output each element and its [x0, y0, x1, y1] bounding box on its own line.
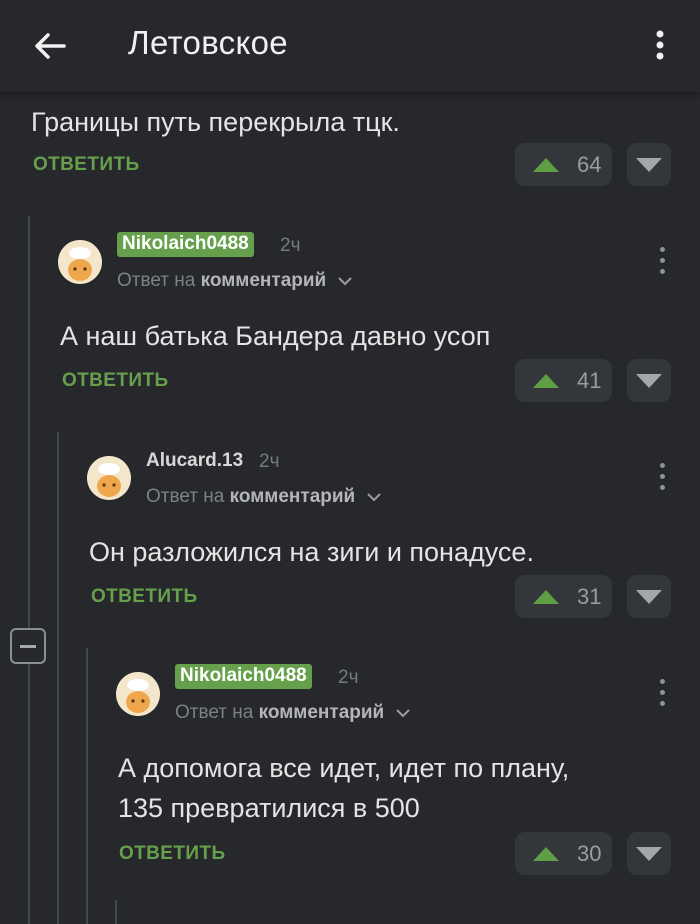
reply-to-prefix: Ответ на	[117, 270, 196, 291]
page-title: Летовское	[128, 24, 288, 61]
reply-to-target: комментарий	[258, 702, 385, 723]
comment-text: Границы путь перекрыла тцк.	[31, 107, 400, 137]
vote-count: 64	[577, 151, 602, 177]
upvote-button[interactable]: 64	[515, 143, 612, 186]
thread-line-level-1[interactable]	[28, 216, 30, 924]
chevron-down-icon	[337, 277, 352, 286]
upvote-arrow-icon	[533, 373, 559, 388]
app-bar: Летовское	[0, 0, 700, 92]
comment-time: 2ч	[259, 451, 280, 472]
username[interactable]: Alucard.13	[146, 450, 243, 472]
chef-avatar-icon	[87, 456, 131, 500]
downvote-arrow-icon	[636, 590, 662, 604]
downvote-arrow-icon	[636, 374, 662, 388]
chevron-down-icon	[395, 709, 410, 718]
reply-button[interactable]: ОТВЕТИТЬ	[62, 370, 169, 392]
back-arrow-icon[interactable]	[30, 26, 70, 66]
reply-to-prefix: Ответ на	[175, 702, 254, 723]
vote-count: 31	[577, 583, 602, 609]
upvote-arrow-icon	[533, 589, 559, 604]
thread-line-level-2[interactable]	[57, 432, 59, 924]
downvote-arrow-icon	[636, 158, 662, 172]
downvote-button[interactable]	[627, 143, 671, 186]
reply-to-target: комментарий	[229, 486, 356, 507]
more-menu-icon[interactable]	[648, 26, 672, 66]
comment-text: А наш батька Бандера давно усоп	[60, 321, 491, 351]
vote-count: 30	[577, 840, 602, 866]
reply-to-prefix: Ответ на	[146, 486, 225, 507]
upvote-button[interactable]: 31	[515, 575, 612, 618]
upvote-arrow-icon	[533, 157, 559, 172]
comment-text: Он разложился на зиги и понадусе.	[89, 537, 534, 567]
upvote-arrow-icon	[533, 846, 559, 861]
downvote-button[interactable]	[627, 359, 671, 402]
reply-button[interactable]: ОТВЕТИТЬ	[33, 154, 140, 176]
upvote-button[interactable]: 41	[515, 359, 612, 402]
avatar[interactable]	[116, 672, 160, 716]
downvote-arrow-icon	[636, 847, 662, 861]
reply-button[interactable]: ОТВЕТИТЬ	[119, 843, 226, 865]
username-badge[interactable]: Nikolaich0488	[175, 664, 312, 689]
avatar[interactable]	[87, 456, 131, 500]
chef-avatar-icon	[58, 240, 102, 284]
thread-line-level-4	[115, 900, 117, 924]
avatar[interactable]	[58, 240, 102, 284]
comment-time: 2ч	[280, 235, 301, 256]
comment-time: 2ч	[338, 667, 359, 688]
upvote-button[interactable]: 30	[515, 832, 612, 875]
reply-to-link[interactable]: Ответ на комментарий	[117, 270, 352, 292]
comment-text-line-1: А допомога все идет, идет по плану,	[118, 753, 570, 783]
collapse-thread-button[interactable]	[10, 628, 46, 664]
reply-to-link[interactable]: Ответ на комментарий	[175, 702, 410, 724]
vote-count: 41	[577, 367, 602, 393]
thread-line-level-3[interactable]	[86, 648, 88, 924]
downvote-button[interactable]	[627, 575, 671, 618]
comment-menu-icon[interactable]	[658, 247, 666, 275]
reply-to-link[interactable]: Ответ на комментарий	[146, 486, 381, 508]
reply-button[interactable]: ОТВЕТИТЬ	[91, 586, 198, 608]
username-badge[interactable]: Nikolaich0488	[117, 232, 254, 257]
chevron-down-icon	[366, 493, 381, 502]
chef-avatar-icon	[116, 672, 160, 716]
reply-to-target: комментарий	[200, 270, 327, 291]
comment-menu-icon[interactable]	[658, 679, 666, 707]
comment-menu-icon[interactable]	[658, 463, 666, 491]
downvote-button[interactable]	[627, 832, 671, 875]
comment-text-line-2: 135 превратилися в 500	[118, 793, 420, 823]
